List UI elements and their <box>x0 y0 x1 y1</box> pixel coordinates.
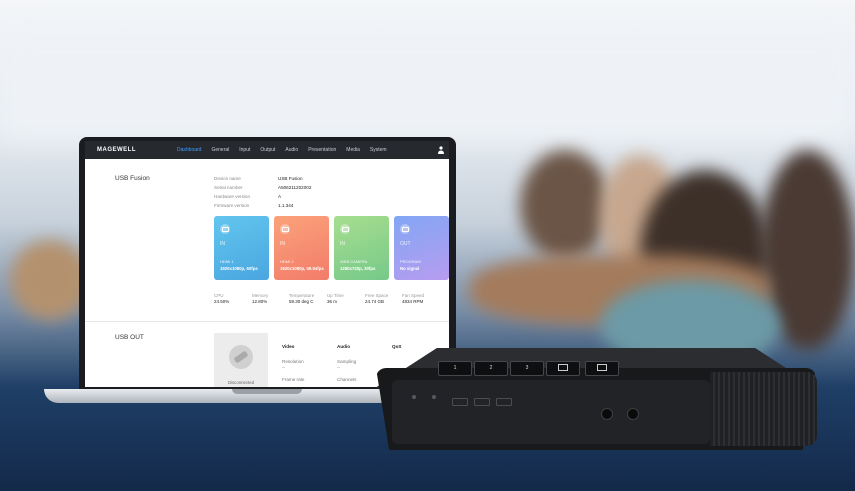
nav-audio[interactable]: Audio <box>285 147 298 153</box>
field-value: -- <box>337 365 341 370</box>
info-label: Firmware version <box>214 203 250 208</box>
disconnected-icon <box>229 345 253 369</box>
card-direction: OUT <box>400 241 411 247</box>
info-value: USB Fusion <box>278 176 303 181</box>
blurred-chair <box>10 240 90 320</box>
source-card-program[interactable]: OUT PROGRAM No signal <box>394 216 449 280</box>
user-icon[interactable] <box>438 146 444 154</box>
hdmi-icon <box>280 224 290 234</box>
stat-value: 59.30 deg C <box>289 299 314 304</box>
layout-icon <box>558 364 568 372</box>
card-resolution: No signal <box>400 266 420 271</box>
hw-button-3[interactable]: 3 <box>510 361 544 376</box>
usb-icon <box>340 224 350 234</box>
hdmi-port <box>496 398 512 406</box>
device-section-title: USB Fusion <box>115 175 150 182</box>
heading-audio: Audio <box>337 344 351 349</box>
section-divider <box>85 321 449 322</box>
nav-system[interactable]: System <box>370 147 387 153</box>
nav-dashboard[interactable]: Dashboard <box>177 147 201 153</box>
status-led <box>432 395 436 399</box>
layout-icon <box>597 364 607 372</box>
info-value: 1.1.344 <box>278 203 294 208</box>
card-resolution: 1920x1080p, 60fps <box>220 266 258 271</box>
stat-temperature: Temperature 59.30 deg C <box>289 293 314 305</box>
device-info: Device name USB Fusion Serial number A5062… <box>214 174 394 210</box>
status-led <box>412 395 416 399</box>
audio-jack <box>627 408 639 420</box>
source-card-webcam[interactable]: IN WEB CAMERA 1280x720p, 30fps <box>334 216 389 280</box>
hw-button-1[interactable]: 1 <box>438 361 472 376</box>
stat-uptime: Up Time 36 m <box>327 293 344 305</box>
hw-button-2[interactable]: 2 <box>474 361 508 376</box>
usb-port <box>452 398 468 406</box>
usb-out-title: USB OUT <box>115 334 144 341</box>
info-label: Serial number <box>214 185 243 190</box>
hw-button-layout-a[interactable] <box>546 361 580 376</box>
card-direction: IN <box>220 241 225 247</box>
card-direction: IN <box>280 241 285 247</box>
stat-value: 24.74 GB <box>365 299 385 304</box>
field-label: Frame rate <box>282 377 305 382</box>
heading-qos: QoS <box>392 344 402 349</box>
heading-video: Video <box>282 344 295 349</box>
device-front-panel <box>392 380 710 444</box>
audio-jack <box>601 408 613 420</box>
nav-input[interactable]: Input <box>239 147 250 153</box>
nav-general[interactable]: General <box>211 147 229 153</box>
info-label: Hardware version <box>214 194 250 199</box>
info-label: Device name <box>214 176 241 181</box>
nav-output[interactable]: Output <box>260 147 275 153</box>
stat-value: 4834 RPM <box>402 299 424 304</box>
stat-fan-speed: Fan Speed 4834 RPM <box>402 293 424 305</box>
card-resolution: 1280x720p, 30fps <box>340 266 376 271</box>
card-name: PROGRAM <box>400 259 421 264</box>
stat-value: 12.80% <box>252 299 268 304</box>
brand-logo: MAGEWELL <box>97 147 136 153</box>
card-name: WEB CAMERA <box>340 259 368 264</box>
nav-presentation[interactable]: Presentation <box>308 147 336 153</box>
source-card-hdmi2[interactable]: IN HDMI 2 1920x1080p, 59.94fps <box>274 216 329 280</box>
card-name: HDMI 2 <box>280 259 294 264</box>
device-heatsink <box>710 372 817 446</box>
field-label: Sampling <box>337 359 357 364</box>
window-light <box>0 30 855 140</box>
field-label: Channels <box>337 377 357 382</box>
output-icon <box>400 224 410 234</box>
card-direction: IN <box>340 241 345 247</box>
stat-value: 36 m <box>327 299 338 304</box>
stat-memory: Memory 12.80% <box>252 293 268 305</box>
hw-button-layout-b[interactable] <box>585 361 619 376</box>
photo-scene: MAGEWELL Dashboard General Input Output … <box>0 0 855 491</box>
stat-value: 24.50% <box>214 299 230 304</box>
hdmi-icon <box>220 224 230 234</box>
laptop-notch <box>232 389 302 394</box>
blurred-person <box>520 150 610 260</box>
card-resolution: 1920x1080p, 59.94fps <box>280 266 324 271</box>
hdmi-port <box>474 398 490 406</box>
info-value: A506211202002 <box>278 185 312 190</box>
info-value: A <box>278 194 282 199</box>
laptop-screen: MAGEWELL Dashboard General Input Output … <box>85 141 449 387</box>
source-card-hdmi1[interactable]: IN HDMI 1 1920x1080p, 60fps <box>214 216 269 280</box>
nav-media[interactable]: Media <box>346 147 360 153</box>
main-nav: Dashboard General Input Output Audio Pre… <box>177 147 397 153</box>
stat-cpu: CPU 24.50% <box>214 293 229 305</box>
field-label: Resolution <box>282 359 304 364</box>
usb-out-preview: Disconnected <box>214 333 268 387</box>
stat-free-space: Free Space 24.74 GB <box>365 293 388 305</box>
field-value: -- <box>282 365 286 370</box>
card-name: HDMI 1 <box>220 259 234 264</box>
app-topbar: MAGEWELL Dashboard General Input Output … <box>85 141 449 159</box>
preview-status: Disconnected <box>227 380 255 385</box>
